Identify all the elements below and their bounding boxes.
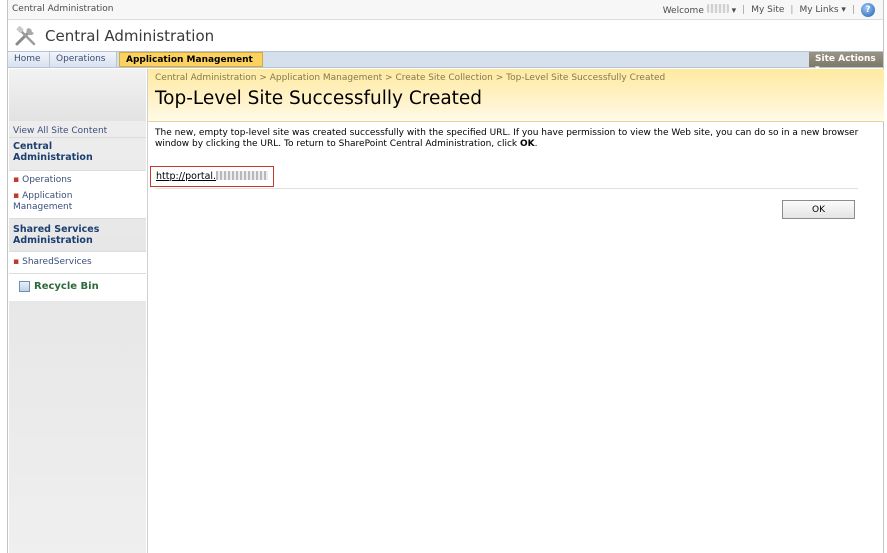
nav-item-label: Operations xyxy=(22,175,72,185)
tab-operations[interactable]: Operations xyxy=(50,52,117,67)
nav-item-label: Application Management xyxy=(13,191,73,212)
breadcrumb[interactable]: Central Administration > Application Man… xyxy=(155,73,665,83)
url-text: http://portal. xyxy=(156,171,217,182)
nav-heading-shared-services-administration[interactable]: Shared Services Administration xyxy=(13,224,123,246)
separator: | xyxy=(851,5,855,15)
nav-section-central-administration: Central Administration xyxy=(9,137,146,170)
view-all-site-content-link[interactable]: View All Site Content xyxy=(13,126,107,136)
nav-items-shared-services: ▪ SharedServices xyxy=(9,251,146,273)
my-links-menu[interactable]: My Links ▾ xyxy=(799,5,845,15)
description-line-2: window by clicking the URL. To return to… xyxy=(155,139,871,150)
description-period: . xyxy=(534,139,538,149)
top-nav-tabs: Home Operations Application Management S… xyxy=(8,51,883,74)
separator: | xyxy=(790,5,794,15)
quick-launch-header xyxy=(9,69,146,121)
sharepoint-window: Central Administration Welcome ▾ | My Si… xyxy=(7,0,884,553)
nav-item-label: SharedServices xyxy=(22,257,92,267)
description-ok-bold: OK xyxy=(519,139,535,149)
recycle-bin-link[interactable]: Recycle Bin xyxy=(34,281,99,292)
bullet-icon: ▪ xyxy=(13,175,20,185)
chevron-down-icon: ▾ xyxy=(841,5,846,15)
description-line-2-text: window by clicking the URL. To return to… xyxy=(155,139,520,149)
global-site-title[interactable]: Central Administration xyxy=(12,4,114,14)
recycle-bin-icon xyxy=(19,281,30,292)
bullet-icon: ▪ xyxy=(13,257,20,267)
user-name-redacted xyxy=(706,4,729,13)
my-site-link[interactable]: My Site xyxy=(751,5,784,15)
tools-logo-icon xyxy=(15,26,36,46)
tab-home[interactable]: Home xyxy=(8,52,50,67)
my-links-label: My Links xyxy=(799,5,839,15)
nav-item-sharedservices[interactable]: ▪ SharedServices xyxy=(13,257,92,268)
nav-section-shared-services: Shared Services Administration xyxy=(9,218,146,251)
global-links: Welcome ▾ | My Site | My Links ▾ | ? xyxy=(663,3,875,17)
global-nav-bar: Central Administration Welcome ▾ | My Si… xyxy=(8,0,883,20)
url-redacted-part xyxy=(216,171,269,180)
nav-item-application-management[interactable]: ▪ Application Management xyxy=(13,191,93,213)
description-line-1: The new, empty top-level site was create… xyxy=(155,128,859,138)
nav-heading-central-administration[interactable]: Central Administration xyxy=(13,141,133,163)
main-content: Central Administration > Application Man… xyxy=(147,69,884,553)
page-title: Top-Level Site Successfully Created xyxy=(155,88,483,109)
help-icon[interactable]: ? xyxy=(861,3,875,17)
welcome-label: Welcome xyxy=(662,6,704,16)
page-title-area: Central Administration > Application Man… xyxy=(148,69,884,122)
chevron-down-icon: ▾ xyxy=(731,6,737,16)
url-highlight-box: http://portal. xyxy=(150,166,274,187)
new-site-url-link[interactable]: http://portal. xyxy=(156,171,269,182)
ok-button[interactable]: OK xyxy=(782,200,855,219)
nav-items-central-administration: ▪ Operations ▪ Application Management xyxy=(9,170,146,218)
site-title[interactable]: Central Administration xyxy=(45,27,214,45)
bullet-icon: ▪ xyxy=(13,191,20,201)
recycle-bin-block: Recycle Bin xyxy=(9,273,146,301)
divider xyxy=(155,188,858,189)
tab-application-management[interactable]: Application Management xyxy=(119,52,263,67)
nav-item-operations[interactable]: ▪ Operations xyxy=(13,175,72,186)
welcome-menu[interactable]: Welcome ▾ xyxy=(663,4,736,16)
site-actions-menu[interactable]: Site Actions ▾ xyxy=(809,52,883,74)
description-text: The new, empty top-level site was create… xyxy=(155,128,871,150)
quick-launch: View All Site Content Central Administra… xyxy=(9,69,146,553)
separator: | xyxy=(742,5,746,15)
title-area: Central Administration xyxy=(8,21,883,51)
site-actions-label: Site Actions xyxy=(815,54,876,64)
